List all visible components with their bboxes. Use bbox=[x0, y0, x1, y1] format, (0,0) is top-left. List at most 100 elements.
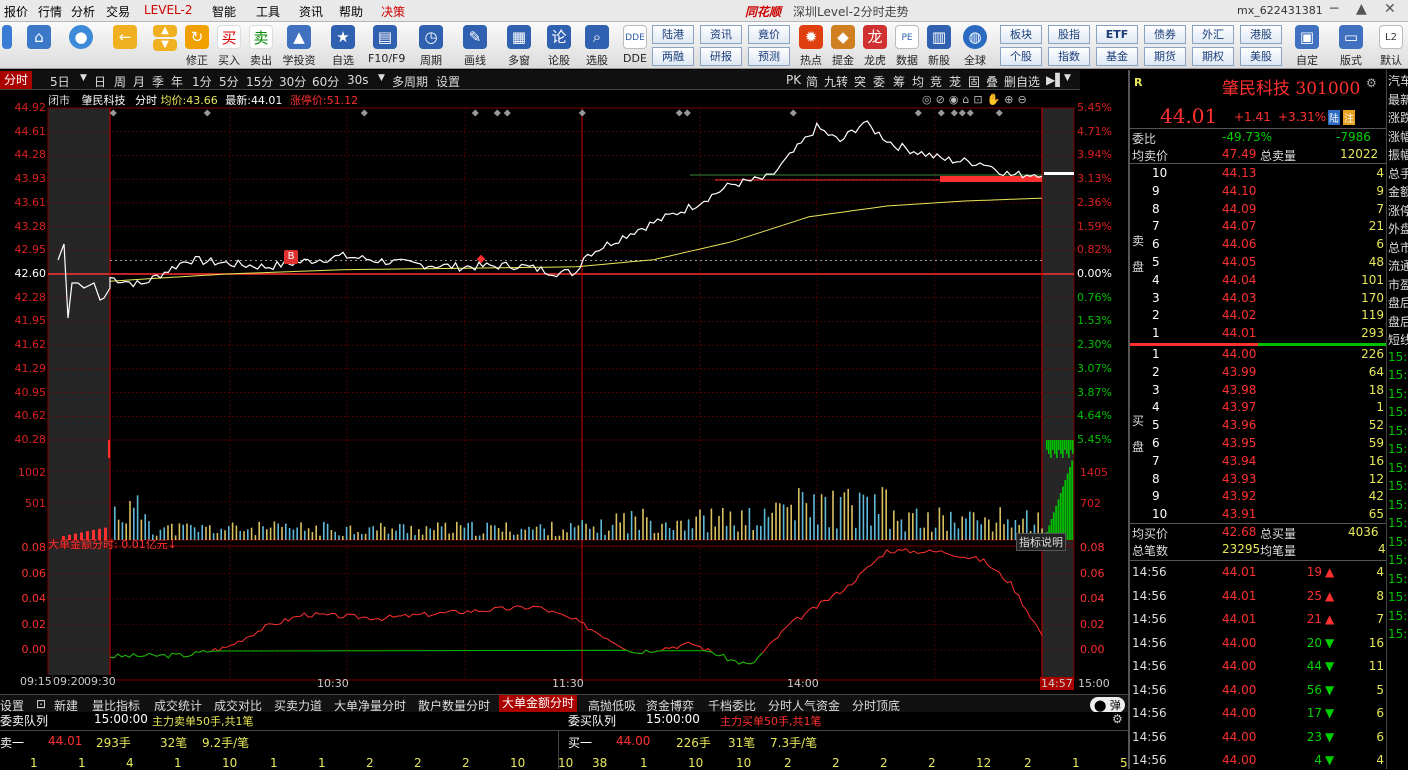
buy-button[interactable]: 买买入 bbox=[212, 24, 246, 68]
news-button[interactable]: 资讯 bbox=[700, 25, 742, 44]
tab-60min[interactable]: 60分 bbox=[312, 73, 339, 90]
fund-button[interactable]: 基金 bbox=[1096, 47, 1138, 66]
research-button[interactable]: 研报 bbox=[700, 47, 742, 66]
menu-news[interactable]: 资讯 bbox=[299, 3, 323, 20]
bid-level: 9 bbox=[1152, 489, 1160, 504]
stock-button[interactable]: 个股 bbox=[1000, 47, 1042, 66]
toolbar-back[interactable] bbox=[2, 24, 12, 68]
hotspot-button[interactable]: ✹ 热点 bbox=[794, 24, 828, 68]
tab-15min[interactable]: 15分 bbox=[246, 73, 273, 90]
sector-button[interactable]: 板块 bbox=[1000, 25, 1042, 44]
tab-5day[interactable]: 5日 bbox=[50, 73, 70, 90]
nine-turn-button[interactable]: 九转 bbox=[824, 73, 848, 90]
f10-button[interactable]: ▤ F10/F9 bbox=[368, 24, 405, 68]
index-button[interactable]: 指数 bbox=[1048, 47, 1090, 66]
draw-button[interactable]: ✎ 画线 bbox=[458, 24, 492, 68]
multiwin-button[interactable]: ▦ 多窗 bbox=[502, 24, 536, 68]
stock-picker-button[interactable]: ⌕ 选股 bbox=[580, 24, 614, 68]
chips-button[interactable]: 筹 bbox=[893, 73, 905, 90]
hk-connect-button[interactable]: 陆港 bbox=[652, 25, 694, 44]
dropdown-icon[interactable]: ▼ bbox=[1064, 73, 1071, 83]
hk-stock-button[interactable]: 港股 bbox=[1240, 25, 1282, 44]
tab-30min[interactable]: 30分 bbox=[279, 73, 306, 90]
dragon-button[interactable]: 龙龙虎 bbox=[858, 24, 892, 68]
sell-button[interactable]: 卖卖出 bbox=[244, 24, 278, 68]
overlay-button[interactable]: 叠 bbox=[986, 73, 998, 90]
menu-trade[interactable]: 交易 bbox=[106, 3, 130, 20]
tab-settings[interactable]: 设置 bbox=[436, 73, 460, 90]
menu-smart[interactable]: 智能 bbox=[212, 3, 236, 20]
default-button[interactable]: L2 默认 bbox=[1374, 24, 1408, 68]
gear-icon[interactable]: ⚙ bbox=[1112, 712, 1123, 726]
options-button[interactable]: 期权 bbox=[1192, 47, 1234, 66]
tab-1min[interactable]: 1分 bbox=[192, 73, 212, 90]
robot-button[interactable]: ● bbox=[64, 24, 98, 68]
close-icon[interactable]: ✕ bbox=[1384, 1, 1396, 17]
home-button[interactable]: ⌂ bbox=[22, 24, 56, 68]
minimize-icon[interactable]: ─ bbox=[1330, 1, 1338, 17]
tab-30s[interactable]: 30s bbox=[347, 73, 369, 87]
forecast-button[interactable]: 预测 bbox=[748, 47, 790, 66]
popup-toggle[interactable]: ⬤ 弹 bbox=[1090, 697, 1125, 713]
breakout-button[interactable]: 突 bbox=[854, 73, 866, 90]
pk-button[interactable]: PK bbox=[786, 73, 801, 87]
new-icon[interactable]: ⊡ bbox=[36, 697, 46, 711]
us-stock-button[interactable]: 美股 bbox=[1240, 47, 1282, 66]
tab-quarter[interactable]: 季 bbox=[152, 73, 164, 90]
tab-week[interactable]: 周 bbox=[114, 73, 126, 90]
dde-button[interactable]: DDE DDE bbox=[618, 24, 652, 68]
menu-help[interactable]: 帮助 bbox=[339, 3, 363, 20]
menu-analysis[interactable]: 分析 bbox=[71, 3, 95, 20]
menu-level2[interactable]: LEVEL-2 bbox=[144, 3, 193, 17]
tab-big-amount[interactable]: 大单金额分时 bbox=[499, 695, 578, 712]
menu-market[interactable]: 行情 bbox=[38, 3, 62, 20]
global-button[interactable]: ◍ 全球 bbox=[958, 24, 992, 68]
dropdown-icon[interactable]: ▼ bbox=[80, 73, 87, 83]
learn-button[interactable]: ▲ 学投资 bbox=[282, 24, 316, 68]
settings-gear-icon[interactable]: ⚙ bbox=[1366, 76, 1377, 90]
stack-button[interactable]: 茏 bbox=[949, 73, 961, 90]
back-button[interactable]: ← bbox=[108, 24, 142, 68]
bid-button[interactable]: 竞 bbox=[930, 73, 942, 90]
custom-button[interactable]: ▣ 自定 bbox=[1290, 24, 1324, 68]
buy-signal-marker[interactable]: B bbox=[284, 250, 298, 264]
tab-multi-period[interactable]: 多周期 bbox=[392, 73, 428, 90]
fix-button-bar[interactable]: 固 bbox=[968, 73, 980, 90]
indicator-tick-label-right: 0.06 bbox=[1080, 566, 1105, 580]
layout-button[interactable]: ▭ 版式 bbox=[1334, 24, 1368, 68]
menu-quote[interactable]: 报价 bbox=[4, 3, 28, 20]
data-button[interactable]: PE 数据 bbox=[890, 24, 924, 68]
tab-year[interactable]: 年 bbox=[171, 73, 183, 90]
tab-month[interactable]: 月 bbox=[133, 73, 145, 90]
average-button[interactable]: 均 bbox=[912, 73, 924, 90]
margin-button[interactable]: 两融 bbox=[652, 47, 694, 66]
volume-bar bbox=[315, 525, 317, 540]
tab-day[interactable]: 日 bbox=[94, 73, 106, 90]
forum-button[interactable]: 论论股 bbox=[542, 24, 576, 68]
commission-button[interactable]: 委 bbox=[873, 73, 885, 90]
tab-5min[interactable]: 5分 bbox=[219, 73, 239, 90]
period-button[interactable]: ◷ 周期 bbox=[414, 24, 448, 68]
tab-intraday[interactable]: 分时 bbox=[0, 71, 33, 89]
intraday-chart[interactable] bbox=[0, 90, 1128, 694]
forex-button[interactable]: 外汇 bbox=[1192, 25, 1234, 44]
indicator-explain-button[interactable]: 指标说明 bbox=[1016, 533, 1066, 551]
simple-button[interactable]: 简 bbox=[806, 73, 818, 90]
up-down-button[interactable]: ▲ ▼ bbox=[150, 24, 180, 68]
expand-icon[interactable]: ▶▌ bbox=[1046, 73, 1064, 87]
index-futures-button[interactable]: 股指 bbox=[1048, 25, 1090, 44]
maximize-icon[interactable]: ▲ bbox=[1356, 1, 1367, 17]
auction-button[interactable]: 竟价 bbox=[748, 25, 790, 44]
etf-button[interactable]: ETF bbox=[1096, 25, 1138, 44]
bond-button[interactable]: 债券 bbox=[1144, 25, 1186, 44]
futures-button[interactable]: 期货 bbox=[1144, 47, 1186, 66]
menu-tools[interactable]: 工具 bbox=[256, 3, 280, 20]
watchlist-button[interactable]: ★ 自选 bbox=[326, 24, 360, 68]
menu-decision[interactable]: 决策 bbox=[381, 3, 405, 20]
price-tick-label: 41.95 bbox=[14, 314, 47, 328]
gold-button[interactable]: ◆ 提金 bbox=[826, 24, 860, 68]
fix-button[interactable]: ↻ 修正 bbox=[180, 24, 214, 68]
ipo-button[interactable]: ▥ 新股 bbox=[922, 24, 956, 68]
dropdown-icon[interactable]: ▼ bbox=[378, 73, 385, 83]
delete-watch-button[interactable]: 删自选 bbox=[1004, 73, 1040, 90]
